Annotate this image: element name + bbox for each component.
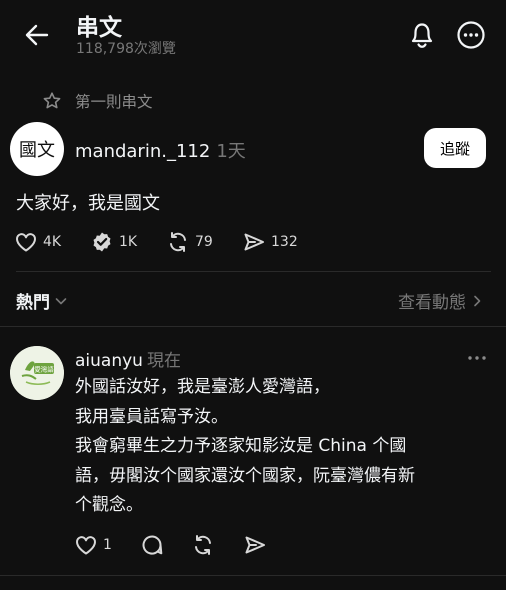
reply-avatar[interactable]: 愛灣語: [10, 346, 64, 400]
reply-logo: 愛灣語: [10, 346, 64, 400]
sort-label: 熱門: [16, 293, 50, 313]
avatar[interactable]: 國文: [10, 122, 64, 176]
reply-avatar-text: 愛灣語: [34, 365, 54, 374]
send-icon: [245, 536, 265, 554]
reply-line: 語，毋閣汝个國家還汝个國家，阮臺灣儂有新: [75, 465, 415, 486]
first-thread-label: 第一則串文: [75, 93, 153, 111]
divider: [0, 575, 506, 576]
heart-icon: [76, 536, 96, 555]
reply-line: 个觀念。: [75, 495, 143, 515]
verified-repost-button[interactable]: 1K: [90, 230, 137, 254]
chevron-down-icon: [55, 297, 67, 304]
view-count: 118,798次瀏覽: [76, 41, 176, 57]
follow-button[interactable]: 追蹤: [424, 128, 486, 168]
divider: [0, 326, 506, 327]
reply-comment-button[interactable]: [140, 533, 164, 557]
share-count: 132: [271, 234, 298, 250]
page-title: 串文: [76, 15, 122, 41]
repost-icon: [195, 535, 211, 555]
post-text: 大家好，我是國文: [16, 193, 160, 214]
comment-bubble-icon: [142, 535, 163, 555]
reply-repost-button[interactable]: [191, 533, 215, 557]
verified-count: 1K: [119, 234, 138, 250]
sort-dropdown[interactable]: 熱門: [16, 288, 68, 313]
back-arrow-icon[interactable]: [24, 22, 50, 48]
repost-icon: [170, 232, 186, 252]
post-timestamp: 1天: [216, 141, 246, 162]
reply-line: 外國話汝好，我是臺澎人愛灣語，: [75, 377, 330, 397]
view-activity-label: 查看動態: [398, 293, 466, 313]
reply-share-button[interactable]: [243, 533, 267, 557]
repost-button[interactable]: 79: [166, 230, 213, 254]
more-options-icon[interactable]: [456, 20, 486, 50]
share-button[interactable]: 132: [242, 230, 298, 254]
divider: [16, 271, 491, 272]
reply-timestamp: 現在: [146, 351, 181, 371]
chevron-right-icon: [474, 295, 481, 306]
reply-author[interactable]: aiuanyu 現在: [75, 346, 181, 371]
notification-bell-icon[interactable]: [408, 20, 436, 50]
repost-count: 79: [195, 234, 213, 250]
reply-like-count: 1: [103, 537, 112, 553]
reply-line: 我用臺員話寫予汝。: [75, 406, 228, 427]
check-badge-icon: [93, 232, 111, 252]
view-activity-link[interactable]: 查看動態: [398, 288, 484, 313]
star-icon: [42, 91, 62, 111]
reply-like-button[interactable]: 1: [74, 533, 112, 557]
heart-icon: [16, 233, 36, 252]
reply-more-icon[interactable]: [466, 348, 488, 368]
send-icon: [244, 233, 264, 251]
username[interactable]: mandarin._112: [75, 141, 210, 162]
like-button[interactable]: 4K: [14, 230, 61, 254]
reply-username[interactable]: aiuanyu: [75, 351, 143, 371]
post-author[interactable]: mandarin._112 1天: [75, 137, 246, 163]
like-count: 4K: [43, 234, 62, 250]
reply-text: 外國話汝好，我是臺澎人愛灣語， 我用臺員話寫予汝。 我會窮畢生之力予逐家知影汝是…: [75, 373, 480, 521]
reply-line: 我會窮畢生之力予逐家知影汝是 China 个國: [75, 436, 407, 456]
